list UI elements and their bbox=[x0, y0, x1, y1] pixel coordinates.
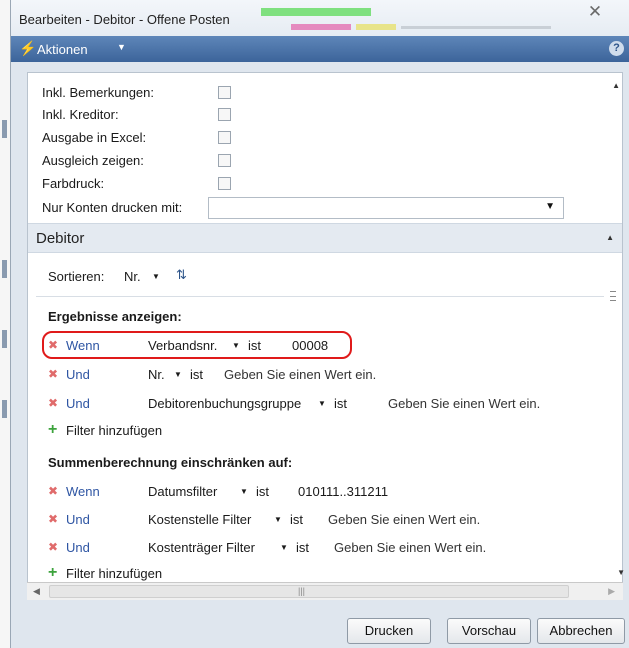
request-page-content: ▲ Inkl. Bemerkungen: Inkl. Kreditor: Aus… bbox=[27, 72, 623, 600]
add-icon: + bbox=[48, 421, 58, 438]
filter-field-select[interactable]: Kostenstelle Filter bbox=[148, 512, 251, 527]
close-icon: ✕ bbox=[587, 2, 603, 21]
background-mark bbox=[2, 330, 7, 348]
filter-conjunction: Und bbox=[66, 396, 90, 411]
section-header-debitor[interactable]: Debitor ▲ bbox=[28, 223, 622, 253]
chevron-down-icon[interactable]: ▼ bbox=[240, 487, 248, 496]
background-mark bbox=[2, 120, 7, 138]
filter-row: ✖ Und Kostenträger Filter ▼ ist Geben Si… bbox=[48, 539, 608, 557]
filter-value[interactable]: Geben Sie einen Wert ein. bbox=[328, 512, 480, 527]
remove-filter-icon[interactable]: ✖ bbox=[48, 397, 60, 409]
filter-value[interactable]: 010111..311211 bbox=[298, 484, 388, 499]
background-strip bbox=[0, 0, 10, 648]
include-remarks-checkbox[interactable] bbox=[218, 86, 231, 99]
filter-row: ✖ Und Debitorenbuchungsgruppe ▼ ist Gebe… bbox=[48, 395, 608, 413]
chevron-down-icon[interactable]: ▼ bbox=[117, 42, 126, 52]
section-title: Debitor bbox=[36, 230, 85, 247]
title-decoration bbox=[401, 26, 551, 29]
filter-conjunction: Und bbox=[66, 512, 90, 527]
scroll-down-icon[interactable]: ▼ bbox=[617, 568, 625, 577]
title-bar: Bearbeiten - Debitor - Offene Posten ✕ bbox=[11, 0, 629, 36]
option-label: Farbdruck: bbox=[42, 176, 105, 191]
title-decoration bbox=[291, 24, 351, 30]
title-decoration bbox=[261, 8, 371, 16]
chevron-down-icon[interactable]: ▼ bbox=[280, 543, 288, 552]
include-creditor-checkbox[interactable] bbox=[218, 108, 231, 121]
chevron-down-icon[interactable]: ▼ bbox=[274, 515, 282, 524]
filter-value[interactable]: Geben Sie einen Wert ein. bbox=[388, 396, 540, 411]
add-icon: + bbox=[48, 564, 58, 581]
chevron-down-icon: ▼ bbox=[545, 201, 555, 212]
preview-button[interactable]: Vorschau bbox=[447, 618, 531, 644]
option-label: Ausgleich zeigen: bbox=[42, 153, 144, 168]
grip-icon: ||| bbox=[298, 586, 306, 596]
remove-filter-icon[interactable]: ✖ bbox=[48, 541, 60, 553]
sort-direction-icon[interactable]: ⇅ bbox=[176, 267, 187, 283]
dialog-window: Bearbeiten - Debitor - Offene Posten ✕ ⚡… bbox=[10, 0, 629, 648]
filter-row: ✖ Und Nr. ▼ ist Geben Sie einen Wert ein… bbox=[48, 366, 608, 384]
cancel-button[interactable]: Abbrechen bbox=[537, 618, 625, 644]
option-label: Inkl. Bemerkungen: bbox=[42, 85, 155, 100]
filter-field-select[interactable]: Nr. bbox=[148, 367, 165, 382]
filter-row: ✖ Und Kostenstelle Filter ▼ ist Geben Si… bbox=[48, 511, 608, 529]
filter-value[interactable]: Geben Sie einen Wert ein. bbox=[334, 540, 486, 555]
background-mark bbox=[2, 260, 7, 278]
scrollbar-thumb[interactable]: ||| bbox=[49, 585, 569, 598]
horizontal-scrollbar[interactable]: ◀ ||| ▶ bbox=[27, 582, 623, 600]
excel-output-checkbox[interactable] bbox=[218, 131, 231, 144]
scroll-left-icon[interactable]: ◀ bbox=[33, 586, 40, 597]
filter-conjunction: Und bbox=[66, 367, 90, 382]
filter-field-select[interactable]: Kostenträger Filter bbox=[148, 540, 255, 555]
actions-menu[interactable]: Aktionen bbox=[37, 42, 88, 57]
sort-field-select[interactable]: Nr. bbox=[124, 269, 141, 284]
account-filter-select[interactable]: ▼ bbox=[208, 197, 564, 219]
scroll-up-icon[interactable]: ▲ bbox=[612, 81, 620, 90]
chevron-down-icon[interactable]: ▼ bbox=[174, 370, 182, 379]
lightning-icon: ⚡ bbox=[19, 40, 37, 56]
title-decoration bbox=[356, 24, 396, 30]
resize-handle-icon[interactable] bbox=[610, 291, 616, 301]
actions-bar: ⚡ Aktionen ▼ ? bbox=[11, 36, 629, 62]
filter-operator: ist bbox=[290, 512, 303, 527]
scroll-right-icon[interactable]: ▶ bbox=[608, 586, 615, 597]
chevron-down-icon[interactable]: ▼ bbox=[318, 399, 326, 408]
remove-filter-icon[interactable]: ✖ bbox=[48, 485, 60, 497]
filter-conjunction: Und bbox=[66, 540, 90, 555]
chevron-down-icon[interactable]: ▼ bbox=[152, 272, 160, 281]
results-title: Ergebnisse anzeigen: bbox=[48, 309, 182, 324]
filter-row: ✖ Wenn Datumsfilter ▼ ist 010111..311211 bbox=[48, 483, 608, 501]
filter-value[interactable]: Geben Sie einen Wert ein. bbox=[224, 367, 376, 382]
add-filter-link[interactable]: Filter hinzufügen bbox=[66, 566, 162, 581]
filter-operator: ist bbox=[256, 484, 269, 499]
background-mark bbox=[2, 400, 7, 418]
close-button[interactable]: ✕ bbox=[582, 2, 608, 22]
highlight-annotation bbox=[42, 331, 352, 359]
totals-title: Summenberechnung einschränken auf: bbox=[48, 455, 293, 470]
window-title: Bearbeiten - Debitor - Offene Posten bbox=[19, 12, 230, 27]
button-bar: Drucken Vorschau Abbrechen bbox=[11, 608, 629, 648]
option-label: Inkl. Kreditor: bbox=[42, 107, 119, 122]
add-filter-row[interactable]: + Filter hinzufügen bbox=[48, 422, 608, 440]
remove-filter-icon[interactable]: ✖ bbox=[48, 368, 60, 380]
add-filter-row[interactable]: + Filter hinzufügen bbox=[48, 565, 608, 583]
add-filter-link[interactable]: Filter hinzufügen bbox=[66, 423, 162, 438]
filter-operator: ist bbox=[334, 396, 347, 411]
option-label: Ausgabe in Excel: bbox=[42, 130, 147, 145]
help-icon[interactable]: ? bbox=[609, 41, 624, 56]
print-button[interactable]: Drucken bbox=[347, 618, 431, 644]
filter-field-select[interactable]: Debitorenbuchungsgruppe bbox=[148, 396, 301, 411]
filter-operator: ist bbox=[296, 540, 309, 555]
sort-label: Sortieren: bbox=[48, 269, 105, 284]
collapse-icon[interactable]: ▲ bbox=[606, 233, 614, 242]
filter-operator: ist bbox=[190, 367, 203, 382]
account-filter-label: Nur Konten drucken mit: bbox=[42, 200, 183, 215]
color-print-checkbox[interactable] bbox=[218, 177, 231, 190]
filter-field-select[interactable]: Datumsfilter bbox=[148, 484, 217, 499]
show-settlement-checkbox[interactable] bbox=[218, 154, 231, 167]
divider bbox=[36, 296, 604, 297]
filter-conjunction: Wenn bbox=[66, 484, 100, 499]
remove-filter-icon[interactable]: ✖ bbox=[48, 513, 60, 525]
